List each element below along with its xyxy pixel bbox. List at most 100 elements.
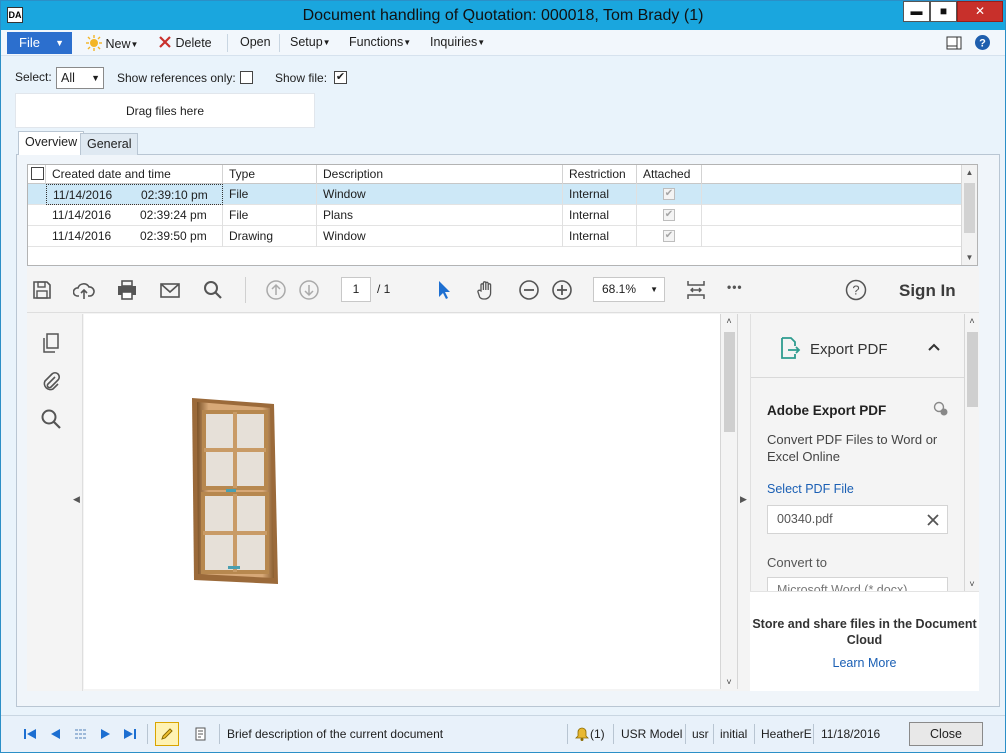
- description-cell[interactable]: Window: [317, 226, 563, 247]
- export-pdf-icon: [781, 337, 801, 359]
- table-row[interactable]: 11/14/2016 02:39:24 pm File Plans Intern…: [28, 205, 962, 226]
- restriction-cell[interactable]: Internal: [563, 184, 637, 205]
- collapse-left-arrow[interactable]: ◀: [73, 494, 80, 505]
- hand-tool-icon[interactable]: [475, 279, 497, 301]
- created-cell[interactable]: 11/14/2016 02:39:50 pm: [46, 226, 223, 247]
- pdf-scrollbar[interactable]: ˄ ˅: [720, 314, 738, 689]
- expand-right-arrow[interactable]: ▶: [740, 494, 747, 505]
- grid-scrollbar[interactable]: ▲ ▼: [961, 165, 977, 265]
- select-dropdown[interactable]: All ▼: [56, 67, 104, 89]
- search-icon[interactable]: [202, 279, 224, 301]
- functions-menu[interactable]: Functions▼: [349, 35, 411, 49]
- file-menu-button[interactable]: File ▼: [7, 32, 72, 54]
- search-icon[interactable]: [40, 408, 62, 430]
- last-record-icon[interactable]: [122, 726, 138, 742]
- learn-more-link[interactable]: Learn More: [750, 656, 979, 670]
- tab-overview[interactable]: Overview: [18, 131, 85, 155]
- next-page-icon[interactable]: [298, 279, 320, 301]
- description-cell[interactable]: Plans: [317, 205, 563, 226]
- file-drop-zone[interactable]: Drag files here: [15, 93, 315, 128]
- zoom-dropdown[interactable]: 68.1% ▼: [593, 277, 665, 302]
- sign-in-button[interactable]: Sign In: [899, 281, 956, 301]
- selected-file-field[interactable]: 00340.pdf: [767, 505, 948, 534]
- scroll-up-arrow[interactable]: ˄: [965, 316, 979, 326]
- show-file-label: Show file:: [275, 71, 328, 85]
- notification-bell-icon[interactable]: [574, 726, 590, 742]
- zoom-out-icon[interactable]: [518, 279, 540, 301]
- select-all-checkbox[interactable]: [31, 167, 44, 180]
- column-header-attached[interactable]: Attached: [637, 165, 702, 184]
- chevron-up-icon[interactable]: [927, 342, 941, 352]
- show-references-checkbox[interactable]: [240, 71, 253, 84]
- restriction-cell[interactable]: Internal: [563, 205, 637, 226]
- export-description: Convert PDF Files to Word or Excel Onlin…: [767, 432, 938, 464]
- scroll-thumb[interactable]: [967, 332, 978, 407]
- pages-thumbnail-icon[interactable]: [40, 332, 62, 354]
- delete-button[interactable]: Delete: [158, 35, 212, 50]
- table-row[interactable]: 11/14/2016 02:39:50 pm Drawing Window In…: [28, 226, 962, 247]
- column-header-created[interactable]: Created date and time: [46, 165, 223, 184]
- previous-page-icon[interactable]: [265, 279, 287, 301]
- type-cell[interactable]: File: [223, 184, 317, 205]
- type-cell[interactable]: Drawing: [223, 226, 317, 247]
- document-attach-icon[interactable]: [193, 726, 209, 742]
- open-button[interactable]: Open: [240, 35, 271, 49]
- column-header-restriction[interactable]: Restriction: [563, 165, 637, 184]
- inquiries-menu[interactable]: Inquiries▼: [430, 35, 485, 49]
- created-cell[interactable]: 11/14/2016 02:39:10 pm: [46, 184, 223, 205]
- scroll-down-arrow[interactable]: ˅: [721, 677, 737, 687]
- more-options-icon[interactable]: •••: [727, 280, 749, 302]
- select-label: Select:: [15, 70, 52, 84]
- setup-menu[interactable]: Setup▼: [290, 35, 331, 49]
- print-icon[interactable]: [116, 279, 138, 301]
- chevron-down-icon: ▼: [650, 285, 658, 294]
- show-references-label: Show references only:: [117, 71, 236, 85]
- record-grid-icon[interactable]: [73, 726, 89, 742]
- new-button[interactable]: New▼: [86, 35, 138, 51]
- table-row[interactable]: 11/14/2016 02:39:10 pm File Window Inter…: [28, 184, 962, 205]
- scroll-down-arrow[interactable]: ˅: [965, 579, 979, 589]
- notification-count[interactable]: (1): [590, 727, 605, 741]
- page-number-input[interactable]: 1: [341, 277, 371, 302]
- save-icon[interactable]: [31, 279, 53, 301]
- scroll-down-arrow[interactable]: ▼: [962, 253, 977, 262]
- email-icon[interactable]: [159, 279, 181, 301]
- first-record-icon[interactable]: [22, 726, 38, 742]
- column-header-type[interactable]: Type: [223, 165, 317, 184]
- close-window-button[interactable]: ✕: [957, 1, 1003, 22]
- scroll-thumb[interactable]: [724, 332, 735, 432]
- scroll-thumb[interactable]: [964, 183, 975, 233]
- previous-record-icon[interactable]: [47, 726, 63, 742]
- layout-icon[interactable]: [946, 36, 962, 50]
- next-record-icon[interactable]: [98, 726, 114, 742]
- fit-page-icon[interactable]: [685, 279, 707, 301]
- clear-file-icon[interactable]: [927, 514, 939, 526]
- pdf-help-icon[interactable]: ?: [845, 279, 867, 301]
- restriction-cell[interactable]: Internal: [563, 226, 637, 247]
- delete-x-icon: [159, 36, 171, 48]
- maximize-button[interactable]: ■: [930, 1, 957, 22]
- scroll-up-arrow[interactable]: ˄: [721, 316, 737, 326]
- right-pane-toggle[interactable]: ▶: [738, 314, 750, 689]
- description-cell[interactable]: Window: [317, 184, 563, 205]
- created-cell[interactable]: 11/14/2016 02:39:24 pm: [46, 205, 223, 226]
- show-file-checkbox[interactable]: ✔: [334, 71, 347, 84]
- select-pdf-file-link[interactable]: Select PDF File: [767, 482, 854, 496]
- tab-general[interactable]: General: [80, 133, 139, 155]
- scroll-up-arrow[interactable]: ▲: [962, 168, 977, 177]
- export-pdf-header[interactable]: Export PDF: [751, 314, 964, 378]
- type-cell[interactable]: File: [223, 205, 317, 226]
- column-header-description[interactable]: Description: [317, 165, 563, 184]
- upload-cloud-icon[interactable]: [73, 279, 95, 301]
- zoom-in-icon[interactable]: [551, 279, 573, 301]
- inquiries-label: Inquiries: [430, 35, 478, 49]
- minimize-button[interactable]: ▬: [903, 1, 930, 22]
- select-cursor-icon[interactable]: [433, 279, 455, 301]
- attachment-icon[interactable]: [40, 370, 62, 392]
- help-icon[interactable]: ?: [974, 34, 991, 51]
- close-button[interactable]: Close: [909, 722, 983, 746]
- export-pane-scrollbar[interactable]: ˄ ˅: [964, 314, 979, 591]
- services-icon[interactable]: [933, 401, 949, 417]
- company-indicator[interactable]: initial: [720, 727, 747, 741]
- edit-mode-button[interactable]: [155, 722, 179, 746]
